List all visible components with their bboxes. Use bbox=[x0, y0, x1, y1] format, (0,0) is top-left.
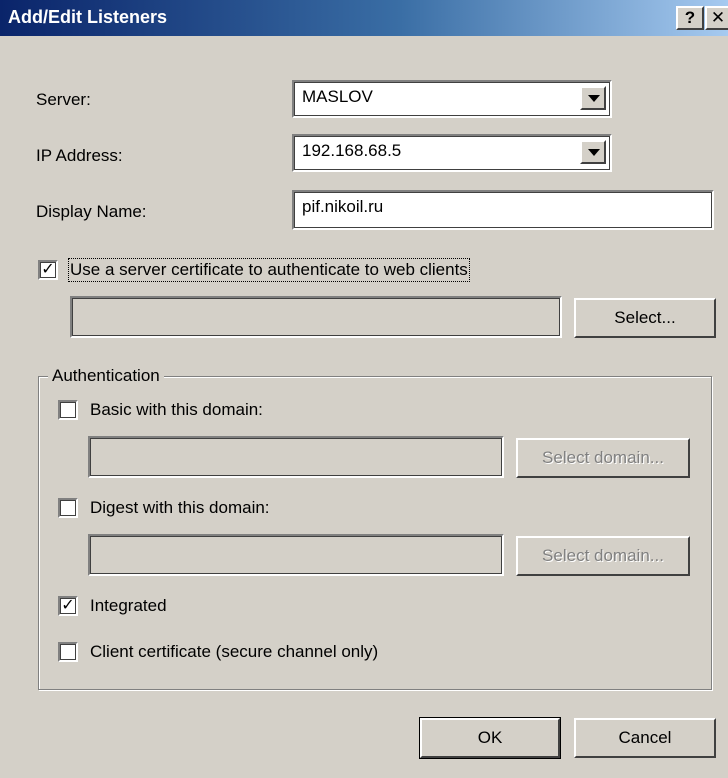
use-certificate-label[interactable]: Use a server certificate to authenticate… bbox=[68, 258, 470, 282]
server-value: MASLOV bbox=[302, 87, 373, 106]
digest-auth-checkbox[interactable] bbox=[58, 498, 78, 518]
use-certificate-checkbox[interactable]: ✓ bbox=[38, 260, 58, 280]
ip-address-combobox[interactable]: 192.168.68.5 bbox=[292, 134, 612, 172]
close-button[interactable]: ✕ bbox=[705, 6, 728, 30]
basic-auth-checkbox[interactable] bbox=[58, 400, 78, 420]
integrated-auth-label[interactable]: Integrated bbox=[90, 596, 167, 616]
client-cert-checkbox[interactable] bbox=[58, 642, 78, 662]
digest-domain-input bbox=[88, 534, 504, 576]
ip-address-value: 192.168.68.5 bbox=[302, 141, 402, 160]
digest-auth-label[interactable]: Digest with this domain: bbox=[90, 498, 270, 518]
authentication-group-label: Authentication bbox=[48, 366, 164, 386]
ip-address-dropdown-arrow[interactable] bbox=[580, 140, 606, 164]
help-button[interactable]: ? bbox=[676, 6, 704, 30]
basic-domain-input bbox=[88, 436, 504, 478]
basic-select-domain-button[interactable]: Select domain... bbox=[516, 438, 690, 478]
server-label-text: Server: bbox=[36, 90, 91, 109]
cancel-button[interactable]: Cancel bbox=[574, 718, 716, 758]
server-label: Server: bbox=[36, 90, 91, 110]
check-mark-icon: ✓ bbox=[41, 261, 55, 278]
window-title: Add/Edit Listeners bbox=[8, 7, 168, 27]
check-mark-icon: ✓ bbox=[61, 597, 75, 614]
server-dropdown-arrow[interactable] bbox=[580, 86, 606, 110]
ip-address-label: IP Address: bbox=[36, 146, 123, 165]
digest-select-domain-button[interactable]: Select domain... bbox=[516, 536, 690, 576]
display-name-input[interactable]: pif.nikoil.ru bbox=[292, 190, 714, 230]
title-bar: Add/Edit Listeners ? ✕ bbox=[0, 0, 728, 36]
certificate-input bbox=[70, 296, 562, 338]
select-certificate-button[interactable]: Select... bbox=[574, 298, 716, 338]
basic-auth-label[interactable]: Basic with this domain: bbox=[90, 400, 263, 420]
display-name-label: Display Name: bbox=[36, 202, 147, 221]
integrated-auth-checkbox[interactable]: ✓ bbox=[58, 596, 78, 616]
ok-button[interactable]: OK bbox=[419, 717, 561, 759]
server-combobox[interactable]: MASLOV bbox=[292, 80, 612, 118]
client-cert-label[interactable]: Client certificate (secure channel only) bbox=[90, 642, 378, 662]
display-name-value: pif.nikoil.ru bbox=[302, 197, 384, 216]
